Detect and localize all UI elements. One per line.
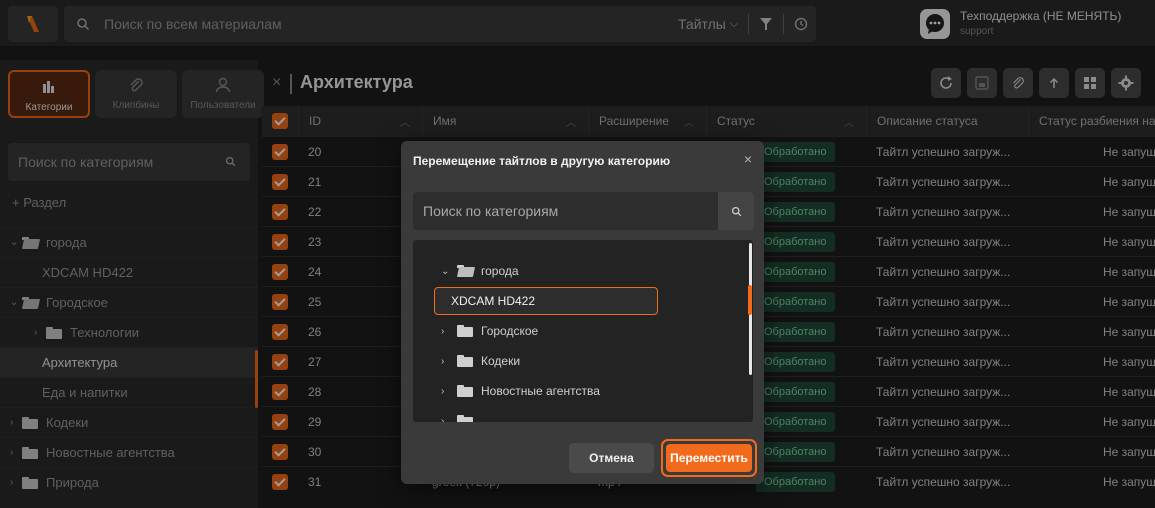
tree-item-label: Новостные агентства — [481, 384, 600, 398]
dialog-category-tree: ⌄ города › Городское › Кодеки › Новостны… — [413, 240, 753, 422]
move-button-label: Переместить — [666, 444, 752, 472]
tree-item-partial: › — [413, 406, 753, 422]
folder-icon — [457, 325, 473, 337]
dialog-search-button[interactable] — [718, 192, 754, 230]
folder-icon — [457, 385, 473, 397]
folder-open-icon — [457, 265, 473, 277]
chevron-right-icon: › — [441, 415, 445, 423]
folder-icon — [457, 355, 473, 367]
tree-item-label: XDCAM HD422 — [451, 294, 536, 308]
chevron-right-icon[interactable]: › — [441, 326, 457, 337]
move-button[interactable]: Переместить — [661, 439, 757, 477]
tree-item-xdcam-selected[interactable]: XDCAM HD422 — [434, 287, 658, 315]
dialog-search-input[interactable] — [423, 192, 703, 230]
dialog-category-search[interactable] — [413, 192, 754, 230]
chevron-right-icon[interactable]: › — [441, 356, 457, 367]
chevron-down-icon[interactable]: ⌄ — [441, 266, 457, 277]
search-icon — [731, 206, 741, 216]
folder-icon — [457, 415, 473, 422]
tree-item-label: Кодеки — [481, 354, 521, 368]
move-titles-dialog: Перемещение тайтлов в другую категорию ×… — [401, 141, 764, 484]
close-icon[interactable]: × — [744, 151, 752, 167]
tree-item-label: Городское — [481, 324, 539, 338]
tree-item-goroda[interactable]: ⌄ города — [413, 256, 753, 286]
dialog-title: Перемещение тайтлов в другую категорию — [413, 154, 671, 168]
chevron-right-icon[interactable]: › — [441, 386, 457, 397]
tree-item-novostnye[interactable]: › Новостные агентства — [413, 376, 753, 406]
tree-item-label: города — [481, 264, 519, 278]
tree-item-gorodskoe[interactable]: › Городское — [413, 316, 753, 346]
cancel-button[interactable]: Отмена — [569, 443, 654, 473]
tree-item-kodeki[interactable]: › Кодеки — [413, 346, 753, 376]
dialog-tree-scroll-marker — [748, 285, 752, 315]
